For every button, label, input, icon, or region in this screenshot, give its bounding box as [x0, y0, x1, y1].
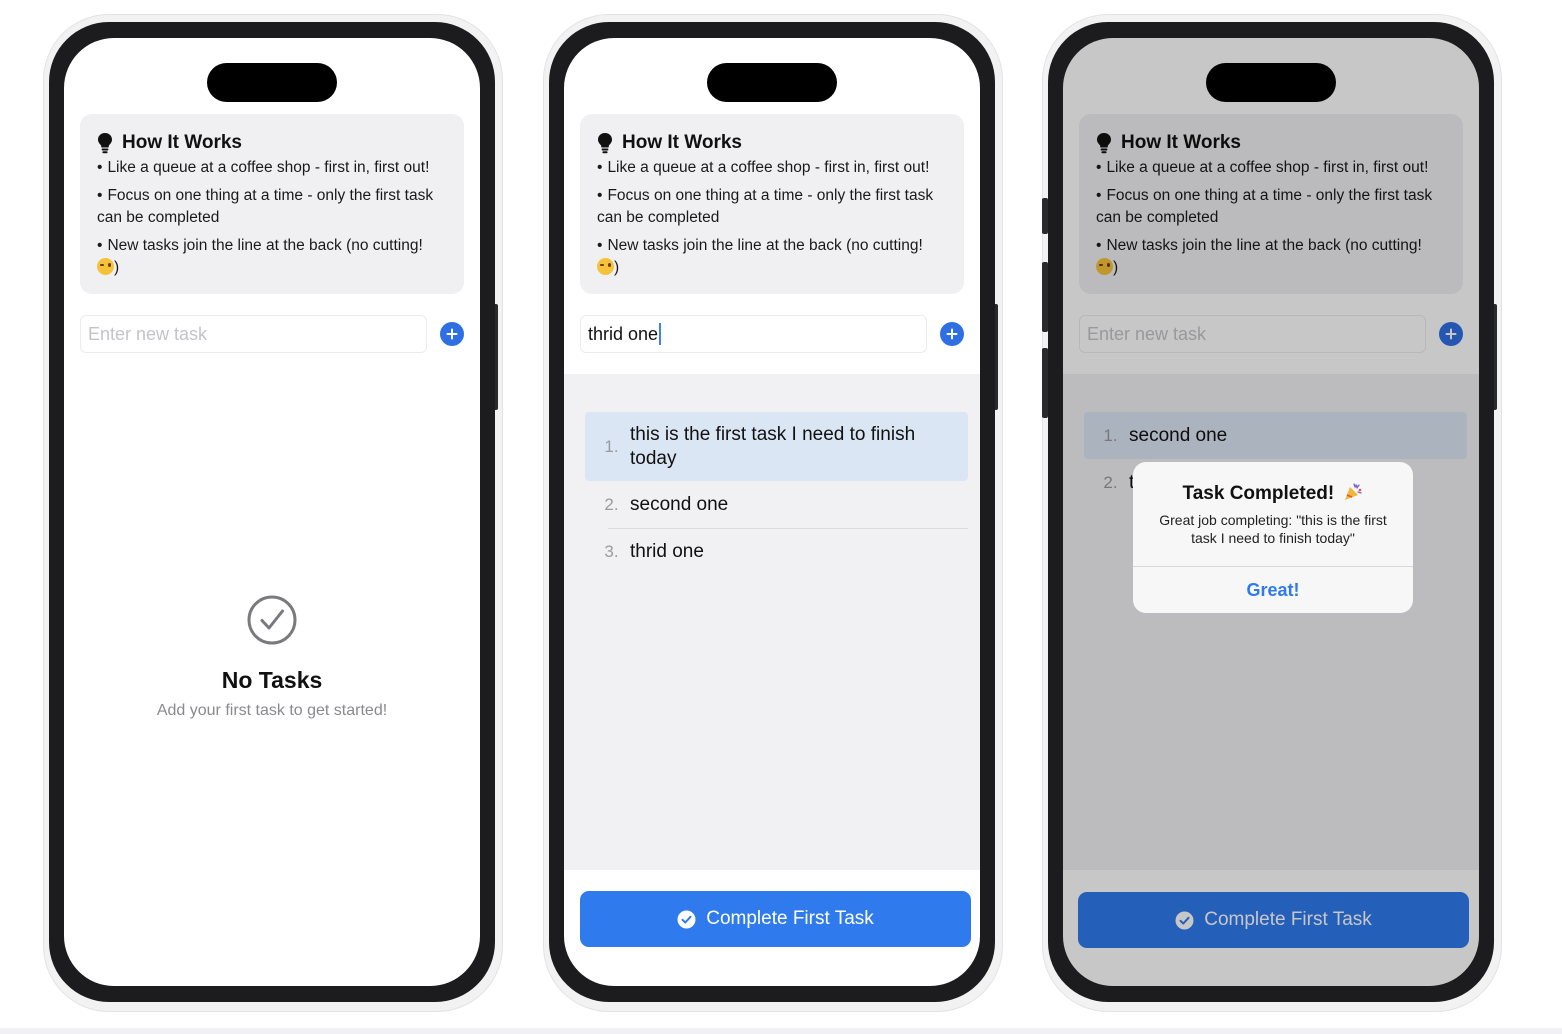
dynamic-island [1206, 63, 1336, 102]
how-it-works-card: How It Works • Like a queue at a coffee s… [580, 114, 964, 294]
phone-screen: How It Works • Like a queue at a coffee s… [64, 38, 480, 986]
task-list: 1. this is the first task I need to fini… [564, 374, 980, 870]
empty-subtitle: Add your first task to get started! [156, 702, 388, 719]
info-bullet-2: • Focus on one thing at a time - only the… [97, 187, 434, 226]
empty-title: No Tasks [221, 667, 323, 693]
info-bullet-3: • New tasks join the line at the back (no… [97, 237, 423, 276]
info-bullet-2: • Focus on one thing at a time - only the… [597, 187, 934, 226]
new-task-row: thrid one [580, 315, 964, 353]
phone-bezel: How It Works • Like a queue at a coffee s… [549, 22, 995, 1002]
phone-bezel: How It Works • Like a queue at a coffee s… [49, 22, 495, 1002]
info-bullet-1: • Like a queue at a coffee shop - first i… [597, 159, 930, 176]
new-task-input[interactable]: Enter new task [80, 315, 427, 353]
phone-empty-state: How It Works • Like a queue at a coffee s… [43, 14, 503, 1012]
phone-task-completed-alert: How It Works • Like a queue at a coffee s… [1042, 14, 1502, 1012]
dynamic-island [707, 63, 837, 102]
phone-bezel: How It Works • Like a queue at a coffee s… [1048, 22, 1494, 1002]
info-bullet-3: • New tasks join the line at the back (no… [597, 237, 923, 276]
dynamic-island [207, 63, 337, 102]
lightbulb-icon [598, 133, 612, 154]
wink-emoji-icon [97, 258, 114, 275]
phone-screen: How It Works • Like a queue at a coffee s… [1063, 38, 1479, 986]
plus-icon [446, 328, 458, 340]
phone-task-list: How It Works • Like a queue at a coffee s… [543, 14, 1003, 1012]
empty-state: No Tasks Add your first task to get star… [64, 594, 480, 720]
alert-great-button[interactable]: Great! [1133, 567, 1413, 613]
how-it-works-title: How It Works [97, 132, 448, 154]
add-task-button[interactable] [940, 322, 964, 346]
wink-emoji-icon [597, 258, 614, 275]
task-item-2[interactable]: 2. second one [585, 482, 968, 527]
how-it-works-title-text: How It Works [122, 132, 242, 153]
info-bullet-1: • Like a queue at a coffee shop - first i… [97, 159, 430, 176]
complete-first-task-button[interactable]: Complete First Task [580, 891, 971, 947]
how-it-works-card: How It Works • Like a queue at a coffee s… [80, 114, 464, 294]
new-task-row: Enter new task [80, 315, 464, 353]
task-completed-alert: Task Completed! Great job completing: "t… [1133, 462, 1413, 613]
phone-screen: How It Works • Like a queue at a coffee s… [564, 38, 980, 986]
text-caret [659, 323, 661, 345]
how-it-works-title: How It Works [597, 132, 948, 154]
alert-title: Task Completed! [1133, 482, 1413, 505]
checkmark-circle-icon [247, 595, 297, 645]
lightbulb-icon [98, 133, 112, 154]
page-bottom-strip [0, 1028, 1562, 1034]
plus-icon [946, 328, 958, 340]
party-popper-icon [1345, 483, 1363, 500]
new-task-input-value: thrid one [588, 324, 659, 344]
add-task-button[interactable] [440, 322, 464, 346]
alert-message: Great job completing: "this is the first… [1159, 512, 1387, 546]
checkmark-circle-icon [677, 910, 696, 928]
new-task-input[interactable]: thrid one [580, 315, 927, 353]
task-item-3[interactable]: 3. thrid one [585, 529, 968, 574]
task-item-1[interactable]: 1. this is the first task I need to fini… [585, 412, 968, 481]
how-it-works-title-text: How It Works [622, 132, 742, 153]
